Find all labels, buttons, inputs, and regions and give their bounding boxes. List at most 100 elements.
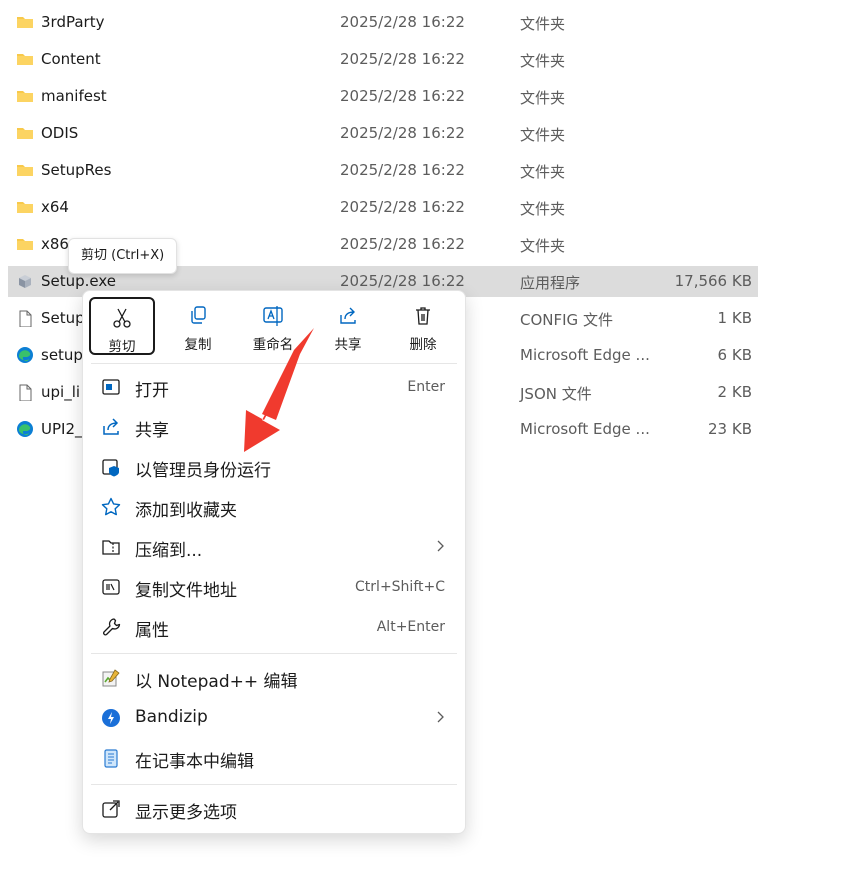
file-name: SetupRes <box>41 161 112 179</box>
menu-item-label: 复制文件地址 <box>135 581 237 601</box>
folder-icon <box>17 91 33 102</box>
file-type: CONFIG 文件 <box>520 311 613 329</box>
context-menu: 剪切 复制 重命名 共享 删除 打开 Enter 共享 以管理员身份运行 添加到… <box>82 290 466 834</box>
file-type: 文件夹 <box>520 163 566 181</box>
file-type: 应用程序 <box>520 274 581 292</box>
cut-tooltip: 剪切 (Ctrl+X) <box>68 238 178 274</box>
menu-item-label: 属性 <box>135 621 169 641</box>
menu-item-shortcut: Ctrl+Shift+C <box>355 579 445 595</box>
folder-icon <box>17 54 33 65</box>
file-name: Setup <box>41 309 85 327</box>
folder-icon <box>17 202 33 213</box>
menu-item-properties[interactable]: 属性 Alt+Enter <box>91 608 457 646</box>
delete-label: 删除 <box>409 337 437 353</box>
menu-item-label: Bandizip <box>135 707 208 727</box>
file-date: 2025/2/28 16:22 <box>340 87 465 105</box>
menu-item-label: 共享 <box>135 421 169 441</box>
file-row-content[interactable]: Content 2025/2/28 16:22 文件夹 <box>8 44 758 75</box>
rename-button[interactable]: 重命名 <box>240 297 306 355</box>
copy-icon <box>191 306 206 324</box>
menu-item-edit-notepadpp[interactable]: 以 Notepad++ 编辑 <box>91 659 457 697</box>
menu-item-share[interactable]: 共享 <box>91 408 457 446</box>
file-row-setupres[interactable]: SetupRes 2025/2/28 16:22 文件夹 <box>8 155 758 186</box>
file-type: 文件夹 <box>520 15 566 33</box>
file-date: 2025/2/28 16:22 <box>340 272 465 290</box>
file-name: Setup.exe <box>41 272 117 290</box>
menu-item-label: 打开 <box>135 381 169 401</box>
menu-item-open[interactable]: 打开 Enter <box>91 368 457 406</box>
file-row-3rdparty[interactable]: 3rdParty 2025/2/28 16:22 文件夹 <box>8 7 758 38</box>
menu-item-edit-notepad[interactable]: 在记事本中编辑 <box>91 739 457 777</box>
file-date: 2025/2/28 16:22 <box>340 13 465 31</box>
copy-button[interactable]: 复制 <box>165 297 231 355</box>
menu-item-compress-to[interactable]: 压缩到... <box>91 528 457 566</box>
file-date: 2025/2/28 16:22 <box>340 161 465 179</box>
delete-button[interactable]: 删除 <box>390 297 456 355</box>
folder-icon <box>17 17 33 28</box>
file-date: 2025/2/28 16:22 <box>340 50 465 68</box>
copy-label: 复制 <box>184 337 212 353</box>
file-type: 文件夹 <box>520 200 566 218</box>
file-name: UPI2_ <box>41 420 83 438</box>
shield-icon <box>102 459 119 477</box>
bandizip-icon <box>102 709 120 727</box>
rename-icon <box>263 306 283 326</box>
file-row-odis[interactable]: ODIS 2025/2/28 16:22 文件夹 <box>8 118 758 149</box>
file-name: manifest <box>41 87 107 105</box>
file-name: setup <box>41 346 83 364</box>
notepad-icon <box>104 749 118 768</box>
cut-label: 剪切 <box>108 339 136 355</box>
menu-item-label: 以 Notepad++ 编辑 <box>135 672 298 692</box>
zip-folder-icon <box>102 540 120 555</box>
menu-divider <box>91 653 457 654</box>
file-type: Microsoft Edge ... <box>520 420 650 438</box>
file-name: x86 <box>41 235 69 253</box>
open-icon <box>102 379 120 395</box>
star-icon <box>101 497 121 516</box>
share-button[interactable]: 共享 <box>315 297 381 355</box>
rename-label: 重命名 <box>252 337 294 353</box>
file-row-manifest[interactable]: manifest 2025/2/28 16:22 文件夹 <box>8 81 758 112</box>
menu-item-copy-path[interactable]: 复制文件地址 Ctrl+Shift+C <box>91 568 457 606</box>
folder-icon <box>17 239 33 250</box>
file-size: 6 KB <box>717 346 752 364</box>
file-name: 3rdParty <box>41 13 105 31</box>
share-icon <box>103 418 119 435</box>
edge-icon <box>17 421 33 437</box>
menu-item-show-more-options[interactable]: 显示更多选项 <box>91 790 457 828</box>
menu-item-shortcut: Enter <box>407 379 445 395</box>
file-type: 文件夹 <box>520 52 566 70</box>
scissors-icon <box>113 308 131 328</box>
menu-item-label: 在记事本中编辑 <box>135 752 254 772</box>
menu-item-add-to-favorites[interactable]: 添加到收藏夹 <box>91 488 457 526</box>
cut-button[interactable]: 剪切 <box>89 297 155 355</box>
notepadpp-icon <box>102 669 120 687</box>
menu-divider <box>91 363 457 364</box>
file-icon <box>19 384 32 401</box>
file-date: 2025/2/28 16:22 <box>340 198 465 216</box>
menu-item-label: 显示更多选项 <box>135 803 237 823</box>
file-size: 17,566 KB <box>674 272 752 290</box>
file-type: JSON 文件 <box>520 385 592 403</box>
menu-divider <box>91 784 457 785</box>
copy-path-icon <box>102 579 120 595</box>
menu-item-run-as-admin[interactable]: 以管理员身份运行 <box>91 448 457 486</box>
file-type: Microsoft Edge ... <box>520 346 650 364</box>
menu-item-shortcut: Alt+Enter <box>376 619 445 635</box>
edge-icon <box>17 347 33 363</box>
menu-item-label: 压缩到... <box>135 541 203 561</box>
menu-item-bandizip[interactable]: Bandizip <box>91 699 457 737</box>
menu-item-label: 添加到收藏夹 <box>135 501 237 521</box>
file-name: Content <box>41 50 101 68</box>
file-type: 文件夹 <box>520 89 566 107</box>
folder-icon <box>17 128 33 139</box>
file-icon <box>19 310 32 327</box>
trash-icon <box>416 307 430 325</box>
file-row-x64[interactable]: x64 2025/2/28 16:22 文件夹 <box>8 192 758 223</box>
installer-icon <box>19 275 31 288</box>
file-name: upi_li <box>41 383 81 401</box>
file-date: 2025/2/28 16:22 <box>340 124 465 142</box>
file-size: 2 KB <box>717 383 752 401</box>
file-type: 文件夹 <box>520 126 566 144</box>
file-size: 23 KB <box>708 420 752 438</box>
